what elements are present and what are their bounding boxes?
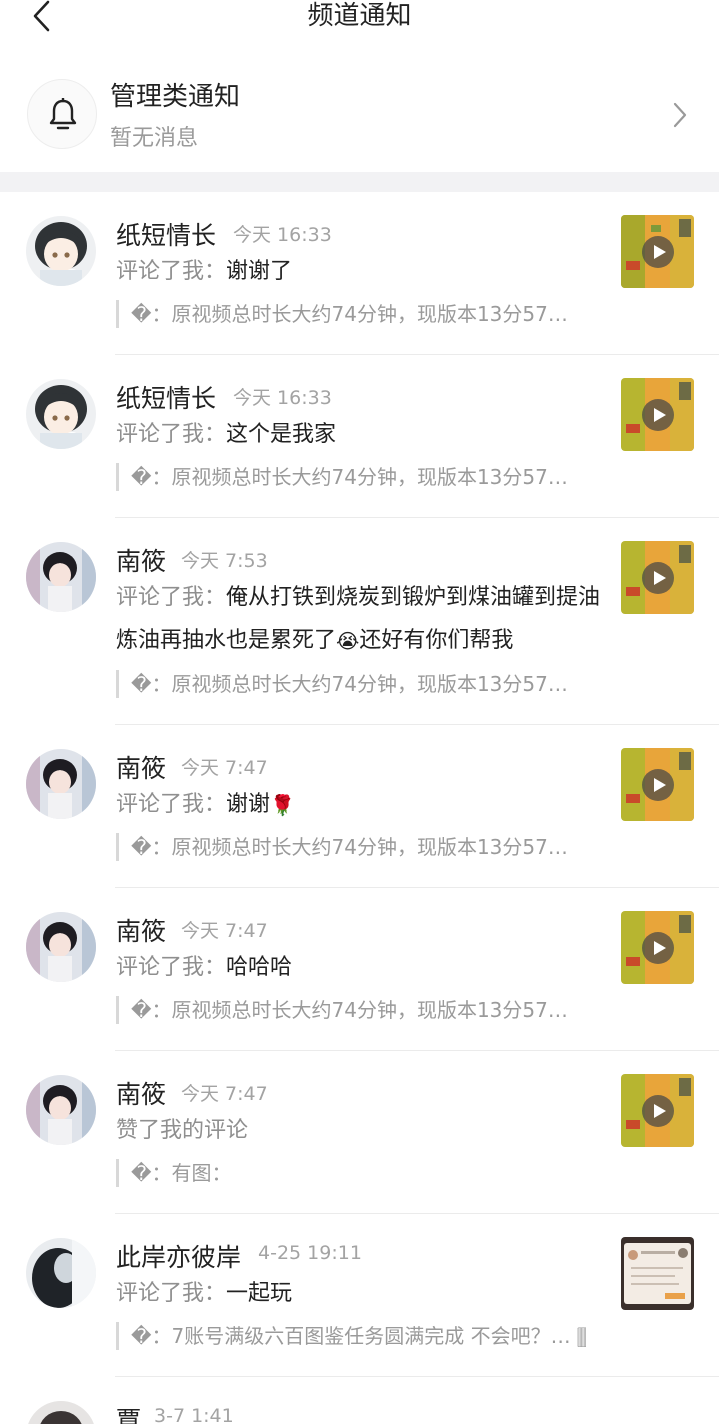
comment-body: 哈哈哈 (226, 955, 293, 980)
user-name[interactable]: 南筱 (116, 912, 166, 948)
avatar[interactable] (26, 379, 96, 449)
comment-text: 评论了我：谢谢了 (116, 250, 606, 293)
avatar[interactable] (26, 1401, 96, 1424)
comment-body: 谢谢了 (226, 259, 293, 284)
user-name[interactable]: 此岸亦彼岸 (116, 1238, 241, 1274)
play-icon (642, 1095, 674, 1127)
quoted-content: �：原视频总时长大约74分钟，现版本13分57… (116, 833, 586, 861)
play-icon (642, 399, 674, 431)
avatar[interactable] (26, 542, 96, 612)
quoted-content: �：原视频总时长大约74分钟，现版本13分57… (116, 670, 586, 698)
action-label: 评论了我： (116, 259, 227, 284)
avatar[interactable] (26, 1075, 96, 1145)
timestamp: 今天 7:53 (181, 550, 268, 572)
action-label: 赞了我的评论 (116, 1118, 249, 1143)
user-name[interactable]: 纸短情长 (116, 216, 216, 252)
comment-text: 评论了我：谢谢🌹 (116, 783, 606, 826)
quoted-content: �：有图： (116, 1159, 586, 1187)
timestamp: 今天 16:33 (233, 224, 332, 246)
comment-body: 谢谢 (226, 792, 271, 817)
play-icon (642, 769, 674, 801)
video-thumbnail[interactable] (621, 215, 694, 288)
list-item[interactable]: 南筱 今天 7:53 评论了我：俺从打铁到烧炭到锻炉到煤油罐到提油炼油再抽水也是… (0, 518, 719, 725)
quoted-content: �：原视频总时长大约74分钟，现版本13分57… (116, 300, 586, 328)
timestamp: 3-7 1:41 (154, 1405, 234, 1424)
avatar[interactable] (26, 749, 96, 819)
chevron-right-icon (673, 102, 687, 128)
management-title: 管理类通知 (110, 82, 241, 112)
top-bar: 频道通知 (0, 0, 719, 40)
play-icon (642, 932, 674, 964)
action-label: 评论了我： (116, 422, 227, 447)
comment-text: 评论了我：这个是我家 (116, 413, 606, 456)
list-item[interactable]: 南筱 今天 7:47 赞了我的评论 �：有图： (0, 1051, 719, 1214)
rose-icon: 🌹 (270, 793, 295, 817)
quoted-content: �：原视频总时长大约74分钟，现版本13分57… (116, 996, 586, 1024)
timestamp: 今天 7:47 (181, 1083, 268, 1105)
video-thumbnail[interactable] (621, 1074, 694, 1147)
avatar[interactable] (26, 912, 96, 982)
comment-body: 一起玩 (226, 1281, 293, 1306)
section-divider (0, 172, 719, 192)
management-notice-row[interactable]: 管理类通知 暂无消息 (0, 60, 719, 172)
list-item[interactable]: 纸短情长 今天 16:33 评论了我：这个是我家 �：原视频总时长大约74分钟，… (0, 355, 719, 518)
timestamp: 今天 7:47 (181, 920, 268, 942)
list-item[interactable]: 南筱 今天 7:47 评论了我：哈哈哈 �：原视频总时长大约74分钟，现版本13… (0, 888, 719, 1051)
list-item[interactable]: 纸短情长 今天 16:33 评论了我：谢谢了 �：原视频总时长大约74分钟，现版… (0, 192, 719, 355)
action-label: 评论了我： (116, 585, 227, 610)
notification-list: 纸短情长 今天 16:33 评论了我：谢谢了 �：原视频总时长大约74分钟，现版… (0, 192, 719, 1424)
play-icon (642, 562, 674, 594)
action-label: 评论了我： (116, 955, 227, 980)
timestamp: 今天 7:47 (181, 757, 268, 779)
timestamp: 今天 16:33 (233, 387, 332, 409)
crying-face-icon: 😭 (336, 629, 360, 653)
action-label: 评论了我： (116, 1281, 227, 1306)
bell-icon (27, 79, 97, 149)
user-name[interactable]: 南筱 (116, 1075, 166, 1111)
comment-body: 这个是我家 (226, 422, 337, 447)
list-item[interactable]: 覃 3-7 1:41 (0, 1377, 719, 1424)
management-subtitle: 暂无消息 (110, 126, 199, 151)
list-item[interactable]: 南筱 今天 7:47 评论了我：谢谢🌹 �：原视频总时长大约74分钟，现版本13… (0, 725, 719, 888)
user-name[interactable]: 南筱 (116, 749, 166, 785)
comment-text: 评论了我：一起玩 (116, 1272, 606, 1315)
comment-tail: 还好有你们帮我 (359, 628, 514, 653)
image-thumbnail[interactable] (621, 1237, 694, 1310)
video-thumbnail[interactable] (621, 541, 694, 614)
timestamp: 4-25 19:11 (258, 1242, 362, 1264)
play-icon (642, 236, 674, 268)
video-thumbnail[interactable] (621, 911, 694, 984)
video-thumbnail[interactable] (621, 748, 694, 821)
user-name[interactable]: 南筱 (116, 542, 166, 578)
list-item[interactable]: 此岸亦彼岸 4-25 19:11 评论了我：一起玩 �：7账号满级六百图鉴任务圆… (0, 1214, 719, 1377)
video-thumbnail[interactable] (621, 378, 694, 451)
avatar[interactable] (26, 1238, 96, 1308)
quoted-content: �：7账号满级六百图鉴任务圆满完成 不会吧？… 🀫 (116, 1322, 586, 1350)
action-label: 评论了我： (116, 792, 227, 817)
user-name[interactable]: 纸短情长 (116, 379, 216, 415)
user-name[interactable]: 覃 (116, 1401, 141, 1424)
avatar[interactable] (26, 216, 96, 286)
page-title: 频道通知 (307, 1, 412, 31)
comment-text: 赞了我的评论 (116, 1109, 606, 1152)
comment-text: 评论了我：俺从打铁到烧炭到锻炉到煤油罐到提油炼油再抽水也是累死了😭还好有你们帮我 (116, 576, 606, 662)
quoted-content: �：原视频总时长大约74分钟，现版本13分57… (116, 463, 586, 491)
comment-text: 评论了我：哈哈哈 (116, 946, 606, 989)
